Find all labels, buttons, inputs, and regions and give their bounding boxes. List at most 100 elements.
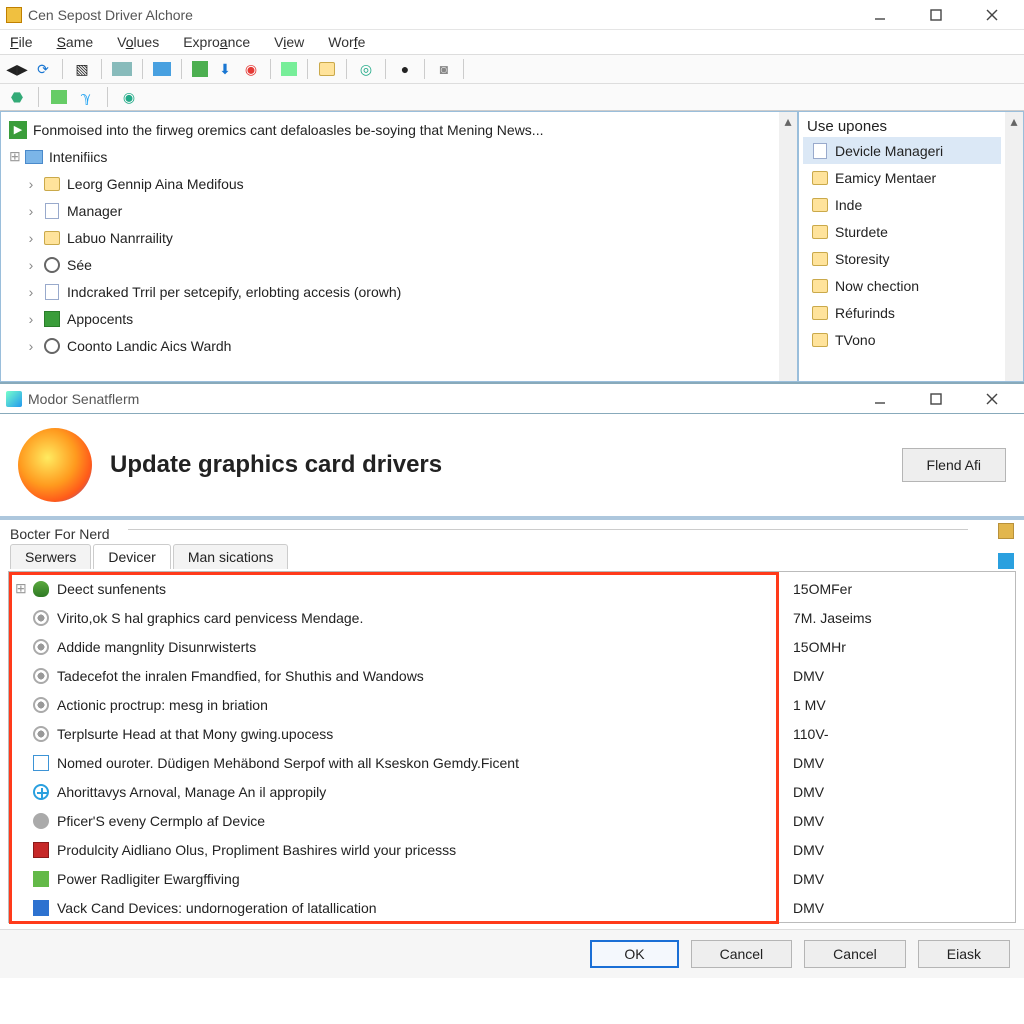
list-row[interactable]: Actionic proctrup: mesg in briation [15,690,781,719]
list-row-value: DMV [793,748,1009,777]
monitor-icon[interactable] [112,62,132,76]
chevron-right-icon[interactable]: › [25,338,37,354]
tree-item[interactable]: › Labuo Nanrraility [7,224,773,251]
chat-icon[interactable]: ● [396,60,414,78]
cancel-button-1[interactable]: Cancel [691,940,793,968]
folder-icon [811,304,829,322]
gear2-icon [33,639,49,655]
list-row-label: Tadecefot the inralen Fmandfied, for Shu… [57,668,424,684]
cancel-button-2[interactable]: Cancel [804,940,906,968]
picture-icon[interactable] [192,61,208,77]
right-list-item[interactable]: Eamicy Mentaer [803,164,1001,191]
scroll-up-icon[interactable]: ▴ [1005,112,1023,130]
left-scrollbar[interactable]: ▴ [779,112,797,381]
right-list-item[interactable]: Sturdete [803,218,1001,245]
list-row[interactable]: Nomed ouroter. Düdigen Mehäbond Serpof w… [15,748,781,777]
refresh-icon[interactable]: ⟳ [34,60,52,78]
window2-icon [6,391,22,407]
tab-devicer[interactable]: Devicer [93,544,170,569]
tree-item[interactable]: › Appocents [7,305,773,332]
list-row-label: Terplsurte Head at that Mony gwing.upoce… [57,726,333,742]
tree-item-label: Manager [67,203,122,219]
picture2-icon[interactable] [51,90,67,104]
hero-title: Update graphics card drivers [110,451,442,479]
image-icon[interactable] [281,62,297,76]
tree-item[interactable]: › Sée [7,251,773,278]
tab-serwers[interactable]: Serwers [10,544,91,569]
list-row[interactable]: Produlcity Aidliano Olus, Propliment Bas… [15,835,781,864]
palette-icon[interactable]: ◉ [242,60,260,78]
file-icon [811,142,829,160]
tree-item[interactable]: › Coonto Landic Aics Wardh [7,332,773,359]
shield-icon[interactable]: ⬣ [8,88,26,106]
list-row[interactable]: Ahorittavys Arnoval, Manage An il approp… [15,777,781,806]
tab-mansications[interactable]: Man sications [173,544,289,569]
tree-item[interactable]: › Leorg Gennip Aina Medifous [7,170,773,197]
list-row-value: DMV [793,806,1009,835]
menu-volues[interactable]: Volues [117,34,159,50]
tool-icon[interactable]: ▧ [73,60,91,78]
right-list-item[interactable]: TVono [803,326,1001,353]
right-list-item[interactable]: Now chection [803,272,1001,299]
chevron-right-icon[interactable]: › [25,203,37,219]
list-row[interactable]: Tadecefot the inralen Fmandfied, for Shu… [15,661,781,690]
close-button[interactable] [974,388,1010,410]
download-icon[interactable]: ⬇ [216,60,234,78]
list-row[interactable]: ⊞ Deect sunfenents [15,574,781,603]
right-list-item[interactable]: Réfurinds [803,299,1001,326]
ok-button[interactable]: OK [590,940,678,968]
scroll-up-icon[interactable]: ▴ [779,112,797,130]
back-icon[interactable]: ◀▶ [8,60,26,78]
world-icon[interactable]: ◉ [120,88,138,106]
list-row[interactable]: Vack Cand Devices: undornogeration of la… [15,893,781,922]
right-list-item[interactable]: Storesity [803,245,1001,272]
tab-badge-icon[interactable] [998,553,1014,569]
tree-item[interactable]: › Manager [7,197,773,224]
menu-worfe[interactable]: Worfe [328,34,365,50]
list-row[interactable]: Power Radligiter Ewargffiving [15,864,781,893]
chevron-right-icon[interactable]: › [25,176,37,192]
folder-icon [43,175,61,193]
close-button[interactable] [974,4,1010,26]
right-scrollbar[interactable]: ▴ [1005,112,1023,381]
tab-bar: Serwers Devicer Man sications [0,542,1024,571]
chevron-right-icon[interactable]: › [25,311,37,327]
tree-root[interactable]: ⊞ Intenifiics [7,143,773,170]
corner-icon[interactable] [998,523,1014,539]
list-row[interactable]: Addide mangnlity Disunrwisterts [15,632,781,661]
group-label: Bocter For Nerd [0,520,120,542]
right-list-item[interactable]: Inde [803,191,1001,218]
maximize-button[interactable] [918,4,954,26]
chevron-right-icon[interactable]: › [25,257,37,273]
window1-title: Cen Sepost Driver Alchore [28,7,862,23]
eiask-button[interactable]: Eiask [918,940,1010,968]
toolbar-1: ◀▶ ⟳ ▧ ⬇ ◉ ◎ ● ◙ [0,55,1024,84]
folder-icon [811,196,829,214]
menu-exproance[interactable]: Exproance [183,34,250,50]
globe-icon[interactable]: ◎ [357,60,375,78]
menu-same[interactable]: Same [57,34,94,50]
right-item-label: Sturdete [835,224,888,240]
window-icon[interactable] [153,62,171,76]
tree-item[interactable]: › Indcraked Trril per setcepify, erlobti… [7,278,773,305]
list-row[interactable]: Terplsurte Head at that Mony gwing.upoce… [15,719,781,748]
list-row[interactable]: Virito,ok S hal graphics card penvicess … [15,603,781,632]
flend-button[interactable]: Flend Afi [902,448,1006,482]
expand-icon[interactable]: ⊞ [9,148,19,165]
right-list-item[interactable]: Devicle Manageri [803,137,1001,164]
disk-icon[interactable]: ◙ [435,60,453,78]
chevron-right-icon[interactable]: › [25,284,37,300]
list-row[interactable]: Pficer'S eveny Cermplo af Device [15,806,781,835]
folder-icon[interactable] [318,60,336,78]
twitter-icon[interactable]: ℽ [77,88,95,106]
plus-icon [33,784,49,800]
red-icon [33,842,49,858]
menu-file[interactable]: File [10,34,33,50]
minimize-button[interactable] [862,388,898,410]
expand-icon[interactable]: ⊞ [15,580,25,597]
maximize-button[interactable] [918,388,954,410]
chevron-right-icon[interactable]: › [25,230,37,246]
folder-icon [811,169,829,187]
menu-view[interactable]: View [274,34,304,50]
minimize-button[interactable] [862,4,898,26]
